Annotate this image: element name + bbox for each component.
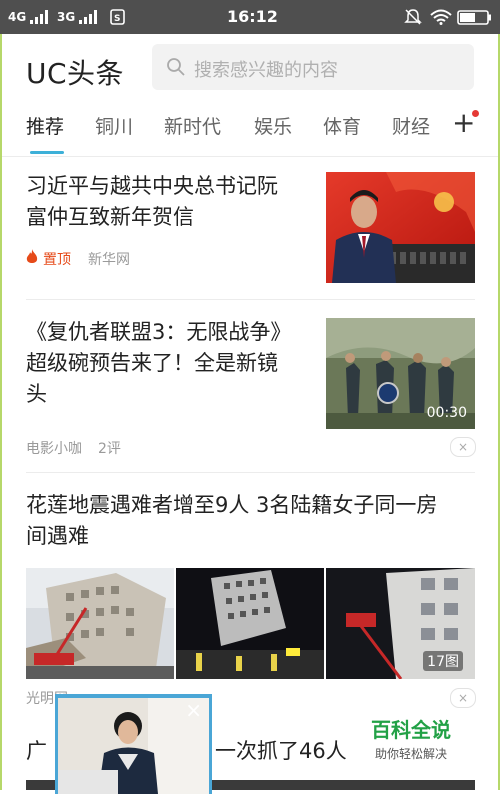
active-tab-indicator <box>30 151 64 154</box>
watermark-subtitle: 助你轻松解决 <box>374 747 447 761</box>
video-thumbnail[interactable]: 00:30 <box>326 318 475 429</box>
watermark-logo: 百科全说 助你轻松解决 <box>356 714 466 762</box>
news-title-line: 头 <box>26 382 47 406</box>
comment-count: 2评 <box>98 441 121 457</box>
search-box[interactable]: 搜索感兴趣的内容 <box>152 44 474 90</box>
clock: 16:12 <box>227 7 278 26</box>
news-title-line: 花莲地震遇难者增至9人 3名陆籍女子同一房 <box>26 493 438 517</box>
news-thumbnail-image[interactable] <box>326 172 475 283</box>
tabs-divider <box>0 156 500 157</box>
news-item-2[interactable]: 《复仇者联盟3：无限战争》 超级碗预告来了！全是新镜 头 <box>26 317 321 410</box>
svg-text:S: S <box>114 14 120 24</box>
dismiss-button[interactable]: × <box>450 437 476 457</box>
search-icon <box>167 58 185 76</box>
news-source: 新华网 <box>88 252 130 268</box>
signal-bars-icon <box>79 10 97 24</box>
signal-3g-label: 3G <box>57 10 76 24</box>
fire-icon <box>26 249 38 263</box>
mute-bell-icon <box>404 9 422 25</box>
news-gallery-image[interactable]: 17图 <box>326 568 475 679</box>
signal-4g-label: 4G <box>8 10 27 24</box>
news-item-3[interactable]: 花莲地震遇难者增至9人 3名陆籍女子同一房 间遇难 <box>26 490 475 552</box>
search-placeholder: 搜索感兴趣的内容 <box>194 60 338 81</box>
notification-dot <box>472 110 479 117</box>
battery-icon <box>457 10 491 25</box>
tab-tongchuan[interactable]: 铜川 <box>95 112 133 139</box>
tab-finance[interactable]: 财经 <box>392 112 430 139</box>
image-count-badge: 17图 <box>423 651 463 671</box>
wifi-icon <box>430 9 452 25</box>
floating-video-player[interactable]: × <box>55 694 212 794</box>
tab-sports[interactable]: 体育 <box>323 112 361 139</box>
dismiss-button[interactable]: × <box>450 688 476 708</box>
news-divider <box>26 472 475 473</box>
sim-card-icon: S <box>110 9 125 25</box>
news-gallery-image[interactable] <box>26 568 174 679</box>
pinned-badge: 置顶 <box>43 252 71 268</box>
news-title-partial[interactable]: 一次抓了46人 <box>215 736 347 767</box>
news-gallery-image[interactable] <box>176 568 324 679</box>
news-source: 电影小咖 <box>26 441 82 457</box>
news-title-line: 超级碗预告来了！全是新镜 <box>26 351 278 375</box>
news-title-partial[interactable]: 广 <box>26 736 47 767</box>
watermark-title: 百科全说 <box>371 718 451 742</box>
app-logo: UC头条 <box>26 57 125 90</box>
tab-new-era[interactable]: 新时代 <box>164 112 221 139</box>
close-video-button[interactable]: × <box>185 700 202 720</box>
video-duration: 00:30 <box>426 405 467 421</box>
news-title-line: 《复仇者联盟3：无限战争》 <box>26 320 292 344</box>
signal-bars-icon <box>30 10 48 24</box>
tab-recommend[interactable]: 推荐 <box>26 112 64 139</box>
news-title-line: 富仲互致新年贺信 <box>26 205 194 229</box>
news-title-line: 习近平与越共中央总书记阮 <box>26 174 278 198</box>
status-bar: 4G 3G S 16:12 <box>0 0 500 34</box>
tab-entertainment[interactable]: 娱乐 <box>254 112 292 139</box>
news-divider <box>26 299 475 300</box>
news-item-1[interactable]: 习近平与越共中央总书记阮 富仲互致新年贺信 <box>26 171 316 233</box>
news-title-line: 间遇难 <box>26 524 89 548</box>
